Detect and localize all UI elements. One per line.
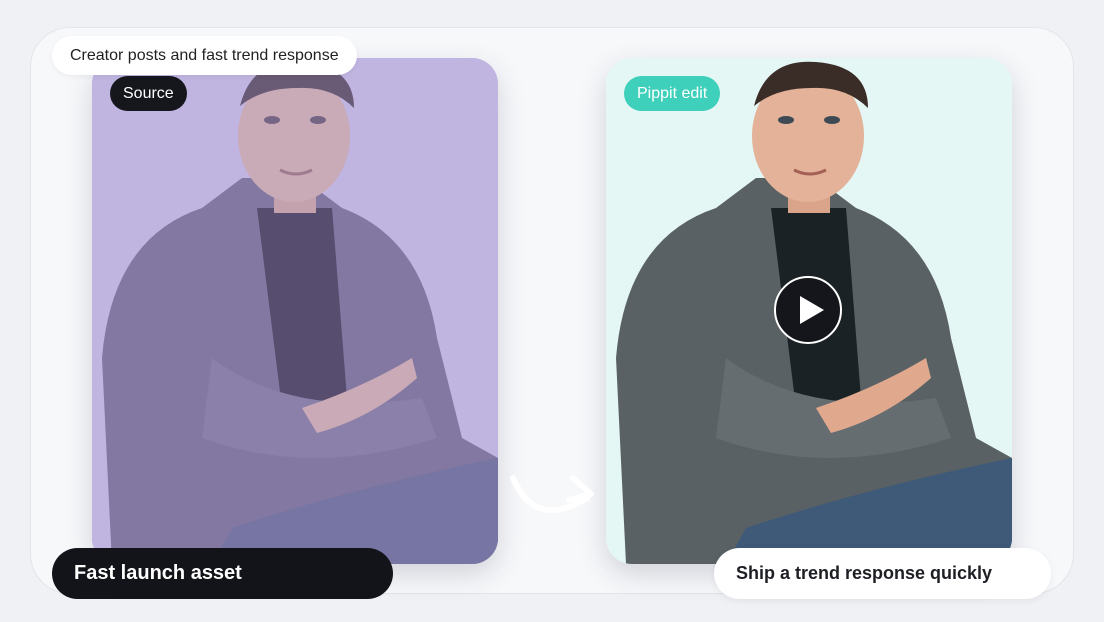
trend-response-caption: Ship a trend response quickly: [714, 548, 1051, 599]
purple-tint-overlay: [92, 58, 498, 564]
curved-arrow-icon: [510, 475, 594, 514]
edited-image-card: Pippit edit: [606, 58, 1012, 564]
play-icon: [800, 296, 824, 324]
edit-badge: Pippit edit: [624, 76, 721, 111]
play-button[interactable]: [774, 276, 842, 344]
source-image-card: Source: [92, 58, 498, 564]
header-caption: Creator posts and fast trend response: [52, 36, 357, 75]
source-badge: Source: [110, 76, 187, 111]
fast-launch-caption: Fast launch asset: [52, 548, 393, 599]
